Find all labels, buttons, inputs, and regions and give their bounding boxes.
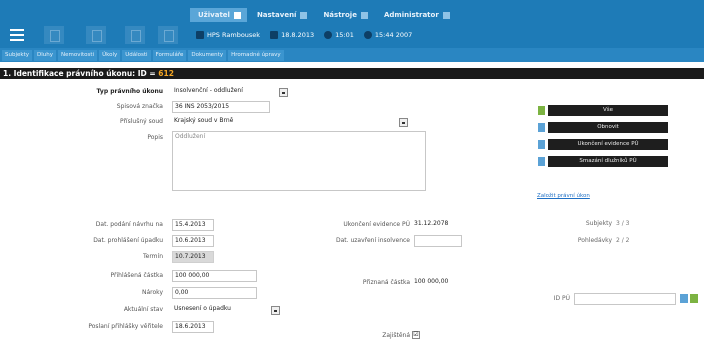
zajistena-label: Zajištěná xyxy=(382,332,410,339)
nav-item-formulare[interactable]: Formuláře xyxy=(152,49,187,61)
delete-icon[interactable] xyxy=(537,156,546,167)
action-button-smazani-dluzniku[interactable]: Smazání dlužníků PÚ xyxy=(548,156,668,167)
app-header: Uživatel Nastavení Nástroje Administrato… xyxy=(0,0,704,62)
status-session: 15:44 2007 xyxy=(363,31,413,39)
main-menu: Uživatel Nastavení Nástroje Administrato… xyxy=(0,0,704,22)
section-title: 1. Identifikace právního úkonu: ID = 612 xyxy=(0,68,704,79)
menu-tab-nastroje[interactable]: Nástroje xyxy=(315,8,374,22)
menu-tab-label: Nástroje xyxy=(323,11,357,19)
uzavreni-field[interactable] xyxy=(414,235,462,247)
nav-item-subjekty[interactable]: Subjekty xyxy=(2,49,32,61)
termin-field: 10.7.2013 xyxy=(172,251,214,263)
chevron-down-icon[interactable] xyxy=(271,306,280,315)
user-icon xyxy=(196,31,204,39)
podani-label: Dat. podání návrhu na xyxy=(95,221,163,228)
user-name: HPS Rambousek xyxy=(207,31,261,39)
idpu-field[interactable] xyxy=(574,293,676,305)
nav-item-nemovitosti[interactable]: Nemovitosti xyxy=(57,49,98,61)
prihlasena-label: Přihlášená částka xyxy=(110,272,164,279)
chevron-down-icon xyxy=(300,11,308,19)
zajistena-checkbox[interactable]: ☑ xyxy=(412,331,420,339)
section-title-text: 1. Identifikace právního úkonu: ID = xyxy=(3,69,159,78)
back-icon[interactable] xyxy=(44,26,64,44)
chevron-down-icon[interactable] xyxy=(279,88,288,97)
pohledavky-value: 2 / 2 xyxy=(616,237,630,244)
chevron-down-icon xyxy=(233,11,241,19)
uzavreni-label: Dat. uzavření insolvence xyxy=(335,237,410,244)
popis-label: Popis xyxy=(147,134,163,141)
menu-tab-label: Nastavení xyxy=(256,11,297,19)
date-value: 18.8.2013 xyxy=(281,31,315,39)
prislusny-select[interactable]: Krajský soud v Brně xyxy=(172,116,372,128)
typ-select[interactable]: Insolvenční - oddlužení xyxy=(172,86,272,98)
add-icon[interactable] xyxy=(690,294,698,303)
priznana-label: Přiznaná částka xyxy=(362,279,410,286)
menu-tabs: Uživatel Nastavení Nástroje Administrato… xyxy=(190,8,458,22)
nav-item-dluhy[interactable]: Dluhy xyxy=(33,49,56,61)
calendar-icon xyxy=(270,31,279,39)
spisova-field[interactable]: 36 INS 2053/2015 xyxy=(172,101,270,113)
subjekty-label: Subjekty xyxy=(585,220,612,227)
record-id: 612 xyxy=(158,69,174,78)
action-button-obnovit[interactable]: Obnovit xyxy=(548,122,668,133)
podani-field[interactable]: 15.4.2013 xyxy=(172,219,214,231)
termin-label: Termín xyxy=(142,253,163,260)
hamburger-menu-icon[interactable] xyxy=(8,26,26,44)
chevron-down-icon xyxy=(360,11,368,19)
nav-item-udalosti[interactable]: Události xyxy=(122,49,151,61)
aktualni-select[interactable]: Usnesení o úpadku xyxy=(172,304,262,316)
prohlaseni-field[interactable]: 10.6.2013 xyxy=(172,235,214,247)
close-record-icon[interactable] xyxy=(537,139,546,150)
status-user: HPS Rambousek xyxy=(196,31,260,39)
calendar-icon[interactable] xyxy=(680,294,688,303)
clock-icon xyxy=(324,31,333,39)
pohledavky-label: Pohledávky xyxy=(577,237,612,244)
menu-tab-label: Administrator xyxy=(383,11,439,19)
chevron-down-icon xyxy=(442,11,450,19)
secondary-nav: Subjekty Dluhy Nemovitosti Úkoly Událost… xyxy=(0,48,704,62)
nav-item-ukoly[interactable]: Úkoly xyxy=(99,49,121,61)
time-value: 15:01 xyxy=(335,31,354,39)
status-bar: HPS Rambousek 18.8.2013 15:01 15:44 2007 xyxy=(196,26,412,44)
action-button-ukonceni-evidence[interactable]: Ukončení evidence PÚ xyxy=(548,139,668,150)
nav-item-hromadne-upravy[interactable]: Hromadné úpravy xyxy=(228,49,284,61)
prihlasena-field[interactable]: 100 000,00 xyxy=(172,270,257,282)
select-all-icon[interactable] xyxy=(537,105,546,116)
prislusny-label: Příslušný soud xyxy=(119,118,163,125)
timer-icon xyxy=(363,31,372,39)
poslani-field[interactable]: 18.6.2013 xyxy=(172,321,214,333)
typ-label: Typ právního úkonu xyxy=(96,88,163,95)
menu-tab-label: Uživatel xyxy=(198,11,230,19)
idpu-label: ID PÚ xyxy=(553,295,570,302)
print-icon[interactable] xyxy=(125,26,145,44)
prohlaseni-label: Dat. prohlášení úpadku xyxy=(93,237,163,244)
priznana-value: 100 000,00 xyxy=(414,278,449,285)
create-legal-act-link[interactable]: Založit právní úkon xyxy=(537,193,590,199)
action-button-vse[interactable]: Vše xyxy=(548,105,668,116)
session-value: 15:44 2007 xyxy=(374,31,413,39)
save-icon[interactable] xyxy=(86,26,106,44)
nav-item-dokumenty[interactable]: Dokumenty xyxy=(188,49,227,61)
naroky-field[interactable]: 0,00 xyxy=(172,287,257,299)
status-date: 18.8.2013 xyxy=(270,31,314,39)
poslani-label: Poslaní přihlášky věřitele xyxy=(88,323,163,330)
spisova-label: Spisová značka xyxy=(116,103,163,110)
ukonceni-label: Ukončení evidence PÚ xyxy=(343,221,410,228)
menu-tab-administrator[interactable]: Administrator xyxy=(376,8,456,22)
status-time: 15:01 xyxy=(324,31,354,39)
naroky-label: Nároky xyxy=(142,289,163,296)
refresh-icon[interactable] xyxy=(537,122,546,133)
popis-textarea[interactable]: Oddlužení xyxy=(172,131,426,191)
warning-icon[interactable] xyxy=(158,26,178,44)
menu-tab-nastaveni[interactable]: Nastavení xyxy=(249,8,314,22)
aktualni-label: Aktuální stav xyxy=(123,306,163,313)
menu-tab-uzivatel[interactable]: Uživatel xyxy=(190,8,247,22)
chevron-down-icon[interactable] xyxy=(399,118,408,127)
subjekty-value: 3 / 3 xyxy=(616,220,630,227)
toolbar: HPS Rambousek 18.8.2013 15:01 15:44 2007 xyxy=(0,22,704,48)
ukonceni-value: 31.12.2078 xyxy=(414,220,449,227)
